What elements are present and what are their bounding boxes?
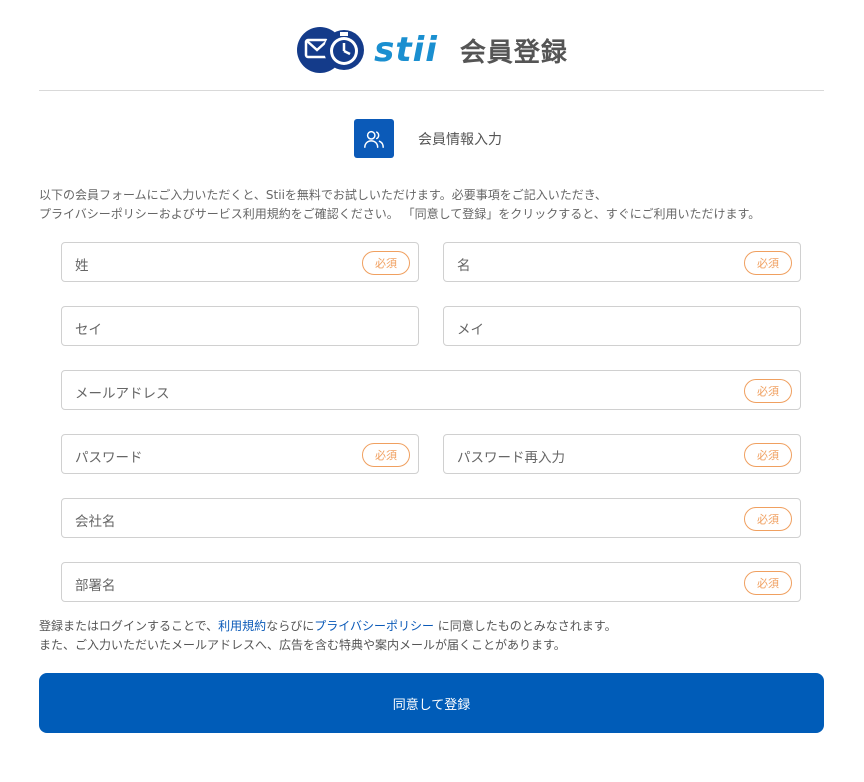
users-icon [354,119,394,158]
terms-line-2: また、ご入力いただいたメールアドレスへ、広告を含む特典や案内メールが届くことがあ… [39,638,566,652]
terms-line-1: 登録またはログインすることで、利用規約ならびにプライバシーポリシー に同意したも… [39,617,617,636]
page-header: stii 会員登録 [0,22,864,78]
password-placeholder: パスワード [75,450,143,466]
step-label: 会員情報入力 [418,131,502,148]
terms-notice: 登録またはログインすることで、利用規約ならびにプライバシーポリシー に同意したも… [39,617,617,655]
last-name-kana-placeholder: セイ [75,322,102,338]
company-field[interactable]: 会社名 必須 [61,498,801,538]
first-name-field[interactable]: 名 必須 [443,242,801,282]
logo-mark-icon [297,27,365,73]
password-confirm-field[interactable]: パスワード再入力 必須 [443,434,801,474]
first-name-kana-field[interactable]: メイ [443,306,801,346]
password-field[interactable]: パスワード 必須 [61,434,419,474]
step-indicator: 会員情報入力 [354,119,502,158]
intro-line-1: 以下の会員フォームにご入力いただくと、Stiiを無料でお試しいただけます。必要事… [39,188,607,202]
intro-text: 以下の会員フォームにご入力いただくと、Stiiを無料でお試しいただけます。必要事… [39,186,760,224]
required-badge: 必須 [744,379,792,403]
logo-text: stii [374,30,438,70]
first-name-kana-placeholder: メイ [457,322,484,338]
department-field[interactable]: 部署名 必須 [61,562,801,602]
last-name-kana-field[interactable]: セイ [61,306,419,346]
terms-prefix: 登録またはログインすることで、 [39,619,219,633]
required-badge: 必須 [744,251,792,275]
required-badge: 必須 [362,443,410,467]
privacy-policy-link[interactable]: プライバシーポリシー [314,619,434,633]
terms-middle: ならびに [266,619,315,633]
page-title: 会員登録 [459,37,568,68]
terms-suffix: に同意したものとみなされます。 [433,619,617,633]
terms-of-service-link[interactable]: 利用規約 [218,619,266,633]
last-name-placeholder: 姓 [75,258,89,274]
first-name-placeholder: 名 [457,258,471,274]
intro-line-2: プライバシーポリシーおよびサービス利用規約をご確認ください。 「同意して登録」を… [39,207,761,221]
agree-and-register-button[interactable]: 同意して登録 [39,673,824,733]
required-badge: 必須 [744,507,792,531]
password-confirm-placeholder: パスワード再入力 [457,450,565,466]
email-field[interactable]: メールアドレス 必須 [61,370,801,410]
required-badge: 必須 [744,443,792,467]
header-divider [39,90,824,91]
company-placeholder: 会社名 [75,514,116,530]
last-name-field[interactable]: 姓 必須 [61,242,419,282]
required-badge: 必須 [744,571,792,595]
stii-logo: stii [296,26,438,74]
department-placeholder: 部署名 [75,578,116,594]
required-badge: 必須 [362,251,410,275]
email-placeholder: メールアドレス [75,386,170,402]
